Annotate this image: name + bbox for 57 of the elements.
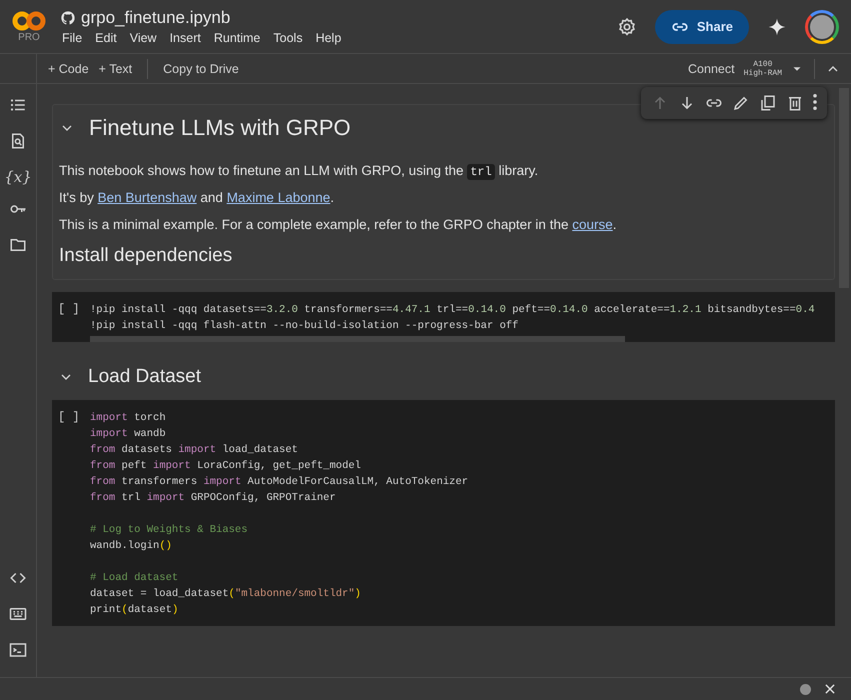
logo-icon[interactable] <box>12 10 46 30</box>
menu-item[interactable]: Edit <box>95 31 117 45</box>
menu-item[interactable]: View <box>130 31 157 45</box>
close-icon[interactable] <box>823 682 837 696</box>
code-line: from transformers import AutoModelForCausalLM, AutoTokenizer <box>90 475 468 490</box>
code-line: # Load dataset <box>90 571 180 586</box>
section-heading: Load Dataset <box>88 366 202 388</box>
runtime-label: High-RAM <box>744 68 782 78</box>
code-line: import wandb <box>90 427 167 442</box>
add-cell-button[interactable]: + Code <box>43 62 94 76</box>
paragraph: This notebook shows how to finetune an LLM with GRPO, using the trl library. <box>59 163 540 179</box>
plan-label: PRO <box>18 32 40 42</box>
variables-icon[interactable]: {x} <box>4 168 32 186</box>
code-line: wandb.login() <box>90 539 173 554</box>
trash-icon <box>786 94 804 112</box>
author-link[interactable]: Ben Burtenshaw <box>98 190 197 205</box>
run-button[interactable]: [ ] <box>58 302 90 334</box>
paragraph: It's by Ben Burtenshaw and Maxime Labonne. <box>59 190 336 206</box>
settings-icon[interactable] <box>616 16 637 36</box>
keyboard-icon[interactable] <box>9 605 27 623</box>
menu-item[interactable]: Insert <box>170 31 201 45</box>
share-button[interactable]: Share <box>654 10 749 44</box>
code-line: !pip install -qqq datasets==3.2.0 transformers==4.47.1 trl==0.14.0 peft==0.14.0 accelerate==1.2.1 bitsandbytes==0.4 <box>90 303 815 318</box>
sparkle-icon[interactable] <box>767 16 787 36</box>
code-line: from datasets import load_dataset <box>90 443 299 458</box>
terminal-icon[interactable] <box>9 641 27 659</box>
menu-item[interactable]: File <box>62 31 82 45</box>
connect-button[interactable]: Connect <box>683 62 740 76</box>
code-line: import torch <box>90 411 167 426</box>
author-link[interactable]: Maxime Labonne <box>226 190 330 205</box>
menu-item[interactable]: Runtime <box>214 31 260 45</box>
copy-to-drive-button[interactable]: Copy to Drive <box>158 62 244 76</box>
find-icon[interactable] <box>9 132 27 150</box>
pencil-icon <box>732 94 750 112</box>
status-dot <box>800 684 811 694</box>
scrollbar[interactable] <box>90 336 625 342</box>
code-line: !pip install -qqq flash-attn --no-build-isolation --progress-bar off <box>90 319 520 334</box>
add-cell-button[interactable]: + Text <box>94 62 138 76</box>
heading: Finetune LLMs with GRPO <box>89 115 351 141</box>
runtime-label: A100 <box>753 60 772 68</box>
menu-item[interactable]: Tools <box>273 31 303 45</box>
code-line: from trl import GRPOConfig, GRPOTrainer <box>90 491 337 506</box>
code-line: from peft import LoraConfig, get_peft_model <box>90 459 362 474</box>
code-line: dataset = load_dataset("mlabonne/smoltldr") <box>90 587 362 602</box>
subheading: Install dependencies <box>59 245 234 267</box>
github-icon <box>60 10 76 26</box>
paragraph: This is a minimal example. For a complete example, refer to the GRPO chapter in the course. <box>59 217 618 233</box>
avatar[interactable] <box>805 10 839 44</box>
more-icon <box>813 94 817 110</box>
notebook-title[interactable]: grpo_finetune.ipynb <box>81 8 230 28</box>
author-link[interactable]: course <box>572 217 613 232</box>
code-line: print(dataset) <box>90 603 180 618</box>
code-line: # Log to Weights & Biases <box>90 523 249 538</box>
menu-item[interactable]: Help <box>316 31 342 45</box>
run-button[interactable]: [ ] <box>58 410 90 618</box>
copy-icon <box>759 94 777 112</box>
folder-icon[interactable] <box>9 236 27 254</box>
